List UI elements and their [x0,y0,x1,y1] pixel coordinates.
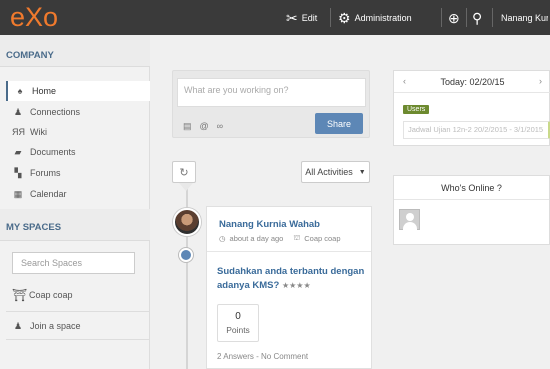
whos-online-title: Who's Online ? [394,176,549,200]
sidebar-item-wiki[interactable]: ЯЯ Wiki [6,122,150,142]
clock-icon: ◷ [219,233,226,243]
calendar-category-badge: Users [403,105,430,114]
activity-card: Nanang Kurnia Wahab ◷ about a day ago ⛫ … [206,206,372,369]
mention-icon[interactable]: @ [200,121,209,132]
space-icon: ⛩ [12,288,28,302]
activity-meta: ◷ about a day ago ⛫ Coap coap [219,233,341,243]
activity-footer[interactable]: 2 Answers - No Comment [217,352,308,361]
activity-header: Nanang Kurnia Wahab ◷ about a day ago ⛫ … [207,207,371,252]
space-icon: ⛫ [293,233,301,242]
calendar-header: ‹ Today: 02/20/15 › [394,71,550,93]
timeline-notch [179,183,193,191]
search-icon: ⚲ [472,9,483,26]
sidebar-item-home[interactable]: ♠ Home [6,81,150,101]
join-space-label: Join a space [30,321,81,331]
attach-file-icon[interactable]: ▤ [183,121,192,132]
points-label: Points [226,325,250,335]
divider [441,8,442,27]
calendar-icon: ▦ [13,188,23,199]
plus-circle-icon: ⊕ [448,9,460,26]
composer-tools: ▤ @ ∞ [183,121,223,132]
company-section-title: COMPANY [0,35,150,67]
author-avatar[interactable] [173,208,201,236]
filter-label: All Activities [305,167,353,177]
user-name: Nanang Kurnia Wahab [501,12,548,23]
space-item-label: Coap coap [29,290,73,300]
sidebar-item-documents[interactable]: ▰ Documents [6,142,150,162]
person-icon: ♟ [13,106,23,117]
edit-button[interactable]: ✂ Edit [286,0,317,35]
points-box: 0 Points [217,304,259,342]
search-spaces-input[interactable]: Search Spaces [12,252,135,274]
activities-filter-dropdown[interactable]: All Activities ▼ [301,161,370,183]
calendar-widget: ‹ Today: 02/20/15 › Users Jadwal Ujian 1… [393,70,550,146]
activity-composer: What are you working on? ▤ @ ∞ Share [172,70,370,138]
user-menu[interactable]: Nanang Kurnia Wahab [497,0,548,35]
sidebar-item-forums[interactable]: ▚ Forums [6,163,150,183]
divider [492,8,493,27]
sidebar-item-label: Documents [30,147,76,157]
join-space-link[interactable]: ♟ Join a space [12,313,150,339]
sidebar-item-connections[interactable]: ♟ Connections [6,102,150,122]
divider [6,311,150,312]
my-spaces-section-title: MY SPACES [0,209,150,241]
divider [6,339,150,340]
wiki-icon: ЯЯ [12,127,25,137]
home-icon: ♠ [17,86,23,96]
sidebar-item-label: Connections [30,107,81,117]
sidebar-item-label: Calendar [30,189,67,199]
refresh-icon: ↻ [179,166,189,179]
divider [330,8,331,27]
folder-icon: ▰ [14,146,22,157]
join-space-icon: ♟ [13,320,23,331]
online-user-avatar-icon[interactable] [399,209,420,230]
answer-type-icon [179,248,193,262]
next-day-icon[interactable]: › [539,76,542,86]
space-item-coap-coap[interactable]: ⛩ Coap coap [12,282,150,308]
exo-logo[interactable]: eXo [10,2,58,32]
search-button[interactable]: ⚲ [472,0,486,35]
calendar-today: Today: 02/20/15 [440,76,505,87]
refresh-button[interactable]: ↻ [172,161,196,183]
activity-author[interactable]: Nanang Kurnia Wahab [219,219,320,230]
activity-space[interactable]: Coap coap [304,234,340,243]
add-button[interactable]: ⊕ [448,0,464,35]
sidebar-item-label: Forums [30,168,61,178]
activity-time: about a day ago [229,233,284,243]
forum-icon: ▚ [14,167,22,178]
administration-label: Administration [354,12,412,23]
edit-label: Edit [301,12,318,23]
sidebar-item-label: Home [32,86,57,96]
status-input[interactable]: What are you working on? [177,78,366,107]
share-button[interactable]: Share [315,113,363,134]
question-title[interactable]: Sudahkan anda terbantu dengan adanya KMS… [217,265,369,293]
link-icon[interactable]: ∞ [217,121,223,132]
sidebar-item-label: Wiki [30,127,47,137]
sidebar-item-calendar[interactable]: ▦ Calendar [6,184,150,204]
previous-day-icon[interactable]: ‹ [403,76,406,86]
caret-down-icon: ▼ [358,168,366,176]
tools-icon: ✂ [286,9,298,26]
administration-button[interactable]: ⚙ Administration [338,0,412,35]
top-navigation-bar: eXo ✂ Edit ⚙ Administration ⊕ ⚲ Nanang K… [0,0,550,35]
divider [466,8,467,27]
whos-online-widget: Who's Online ? [393,175,550,245]
left-sidebar: COMPANY ♠ Home ♟ Connections ЯЯ Wiki ▰ D… [0,35,150,369]
gear-icon: ⚙ [338,9,351,26]
rating-stars: ★★★★ [281,281,311,290]
calendar-event[interactable]: Jadwal Ujian 12n-2 20/2/2015 - 3/1/2015 [403,121,550,139]
points-value: 0 [235,311,241,322]
